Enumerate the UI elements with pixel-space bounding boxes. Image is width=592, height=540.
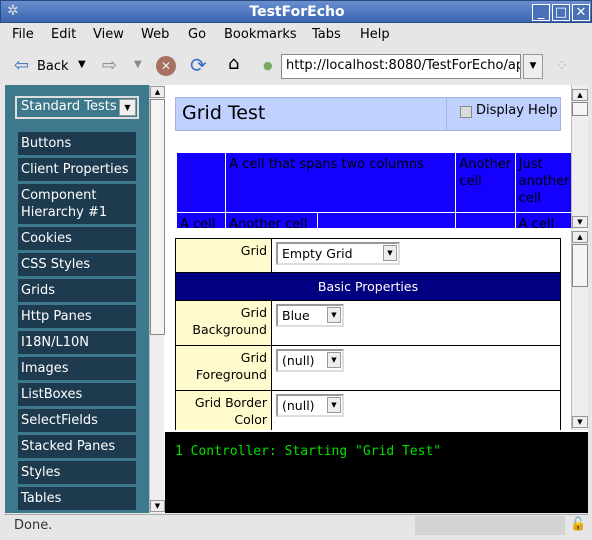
sidebar-item-buttons[interactable]: Buttons (18, 132, 136, 155)
sidebar-scrollbar[interactable]: ▲ ▼ (149, 85, 165, 513)
menu-web[interactable]: Web (141, 27, 169, 42)
sidebar-item-http-panes[interactable]: Http Panes (18, 305, 136, 328)
scroll-up-icon[interactable]: ▲ (572, 89, 588, 101)
sidebar-item-cookies[interactable]: Cookies (18, 227, 136, 250)
grid-cell: A cell that spans two columns (225, 152, 457, 213)
property-label: Grid Border Color (175, 390, 272, 430)
scroll-down-icon[interactable]: ▼ (572, 216, 588, 228)
sidebar-item-listboxes[interactable]: ListBoxes (18, 383, 136, 406)
back-history-dropdown[interactable]: ▼ (78, 59, 86, 70)
chevron-down-icon: ▼ (383, 245, 397, 261)
sidebar-item-stacked-panes[interactable]: Stacked Panes (18, 435, 136, 458)
properties-scrollbar[interactable]: ▲ ▼ (571, 230, 588, 430)
home-icon[interactable]: ⌂ (228, 53, 239, 74)
scroll-up-icon[interactable]: ▲ (150, 86, 165, 98)
back-arrow-icon[interactable]: ⇦ (14, 55, 29, 76)
property-label: Grid (175, 238, 272, 273)
sidebar-item-client-properties[interactable]: Client Properties (18, 158, 136, 181)
site-icon: ● (263, 59, 273, 72)
url-input[interactable]: http://localhost:8080/TestForEcho/ap (281, 54, 521, 79)
window-title: TestForEcho (249, 4, 345, 20)
grid-cell (176, 152, 227, 213)
select-value: (null) (282, 353, 315, 368)
menu-help[interactable]: Help (360, 27, 390, 42)
minimize-button[interactable]: _ (532, 4, 550, 21)
chevron-down-icon: ▼ (327, 397, 341, 413)
scrollbar-thumb[interactable] (572, 102, 588, 116)
menu-bookmarks[interactable]: Bookmarks (224, 27, 297, 42)
menu-edit[interactable]: Edit (51, 27, 76, 42)
category-value: Standard Tests (21, 99, 117, 114)
grid-scrollbar[interactable]: ▲ ▼ (571, 85, 588, 229)
sidebar-item-images[interactable]: Images (18, 357, 136, 380)
sidebar-item-i18n-l10n[interactable]: I18N/L10N (18, 331, 136, 354)
menu-file[interactable]: File (12, 27, 34, 42)
properties-panel: Grid Empty Grid ▼ Basic Properties Grid B… (175, 238, 561, 430)
chevron-down-icon: ▼ (327, 352, 341, 368)
property-label: Grid Foreground (175, 345, 272, 391)
scrollbar-thumb[interactable] (572, 244, 588, 287)
menu-bar: File Edit View Web Go Bookmarks Tabs Hel… (4, 23, 588, 47)
grid-select-value: Empty Grid (282, 246, 353, 261)
sidebar-item-tables[interactable]: Tables (18, 487, 136, 510)
status-bar: Done. 🔓 (4, 514, 588, 536)
page-title: Grid Test (182, 102, 266, 124)
scrollbar-thumb[interactable] (150, 99, 165, 335)
grid-cell: A cell (176, 212, 227, 228)
menu-go[interactable]: Go (188, 27, 206, 42)
select-value: Blue (282, 308, 310, 323)
stop-icon[interactable]: ✕ (156, 56, 176, 76)
grid-cell: Another cell (225, 212, 318, 228)
url-dropdown[interactable]: ▼ (523, 54, 543, 79)
grid-cell (455, 212, 516, 228)
display-help-checkbox[interactable] (460, 106, 472, 118)
scroll-down-icon[interactable]: ▼ (572, 416, 588, 428)
chevron-down-icon[interactable]: ▼ (119, 99, 136, 116)
sidebar-item-grids[interactable]: Grids (18, 279, 136, 302)
forward-arrow-icon[interactable]: ⇨ (102, 55, 117, 76)
sidebar-item-selectfields[interactable]: SelectFields (18, 409, 136, 432)
throbber-icon: ⁘ (555, 56, 569, 75)
section-header: Basic Properties (175, 272, 561, 301)
chevron-down-icon: ▼ (327, 307, 341, 323)
category-select[interactable]: Standard Tests ▼ (15, 96, 139, 119)
sidebar-item-styles[interactable]: Styles (18, 461, 136, 484)
grid-cell (316, 212, 457, 228)
menu-view[interactable]: View (93, 27, 124, 42)
status-text: Done. (14, 518, 53, 533)
grid-border-color-select[interactable]: (null) ▼ (276, 394, 344, 417)
test-header: Grid Test Display Help (175, 97, 561, 131)
maximize-button[interactable]: □ (552, 4, 570, 21)
sidebar-item-component-hierarchy-1[interactable]: Component Hierarchy #1 (18, 184, 136, 224)
grid-cell: Another cell (455, 152, 516, 213)
security-lock-icon: 🔓 (570, 517, 587, 532)
reload-icon[interactable]: ⟳ (190, 53, 207, 77)
scroll-down-icon[interactable]: ▼ (150, 500, 165, 512)
grid-select[interactable]: Empty Grid ▼ (276, 242, 400, 265)
close-button[interactable]: ✕ (572, 4, 590, 21)
property-label: Grid Background (175, 300, 272, 346)
forward-history-dropdown[interactable]: ▼ (134, 59, 142, 70)
display-help-label[interactable]: Display Help (476, 103, 558, 118)
grid-cell: Just another cell (514, 152, 571, 213)
menu-tabs[interactable]: Tabs (312, 27, 341, 42)
title-bar: ✲ TestForEcho _ □ ✕ (0, 0, 592, 23)
grid-foreground-select[interactable]: (null) ▼ (276, 349, 344, 372)
grid-cell: A cell (514, 212, 571, 228)
sidebar-item-css-styles[interactable]: CSS Styles (18, 253, 136, 276)
select-value: (null) (282, 398, 315, 413)
back-button[interactable]: Back (37, 59, 69, 74)
grid-preview: A cell that spans two columns Another ce… (176, 152, 571, 228)
grid-background-select[interactable]: Blue ▼ (276, 304, 344, 327)
scroll-up-icon[interactable]: ▲ (572, 231, 588, 243)
console-output: 1 Controller: Starting "Grid Test" (165, 432, 588, 513)
progress-area (415, 516, 565, 535)
